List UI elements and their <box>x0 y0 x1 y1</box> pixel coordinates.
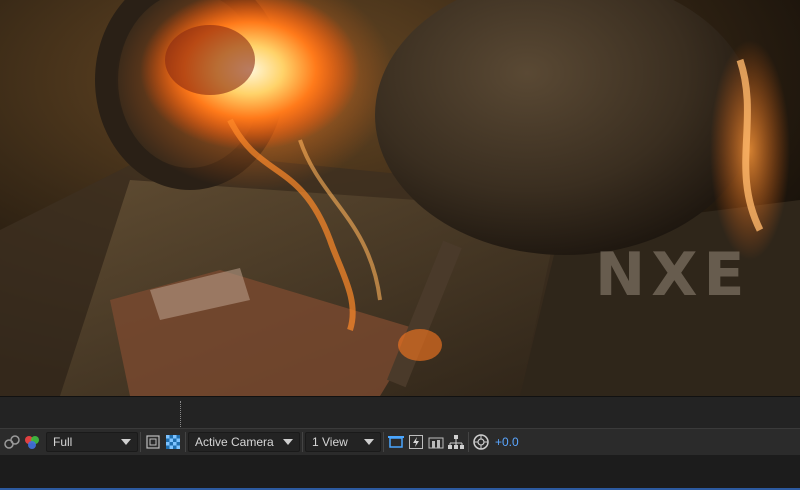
channels-icon[interactable] <box>22 431 42 453</box>
views-value: 1 View <box>312 435 348 449</box>
resolution-value: Full <box>53 435 73 449</box>
camera-value: Active Camera <box>195 435 274 449</box>
resolution-dropdown[interactable]: Full <box>46 432 138 452</box>
timeline-icon[interactable] <box>426 431 446 453</box>
exposure-reset-icon[interactable] <box>471 431 491 453</box>
transparency-grid-icon[interactable] <box>163 431 183 453</box>
viewer-toolbar: Full Active Camera 1 View +0.0 <box>0 428 800 456</box>
chevron-down-icon <box>364 439 374 445</box>
region-of-interest-icon[interactable] <box>143 431 163 453</box>
view-layout-dropdown[interactable]: 1 View <box>305 432 381 452</box>
separator <box>185 432 186 452</box>
pixel-aspect-icon[interactable] <box>386 431 406 453</box>
flowchart-icon[interactable] <box>446 431 466 453</box>
chevron-down-icon <box>121 439 131 445</box>
timeline-ruler[interactable] <box>0 396 800 429</box>
timeline-area <box>0 455 800 490</box>
separator <box>140 432 141 452</box>
camera-dropdown[interactable]: Active Camera <box>188 432 300 452</box>
separator <box>468 432 469 452</box>
playhead-marker[interactable] <box>180 401 181 427</box>
snapshot-icon[interactable] <box>2 431 22 453</box>
render-preview: NXE <box>0 0 800 396</box>
overlay-text: NXE <box>595 240 750 310</box>
fast-previews-icon[interactable] <box>406 431 426 453</box>
separator <box>383 432 384 452</box>
exposure-value[interactable]: +0.0 <box>495 435 519 449</box>
composition-viewer[interactable]: NXE <box>0 0 800 396</box>
chevron-down-icon <box>283 439 293 445</box>
separator <box>302 432 303 452</box>
